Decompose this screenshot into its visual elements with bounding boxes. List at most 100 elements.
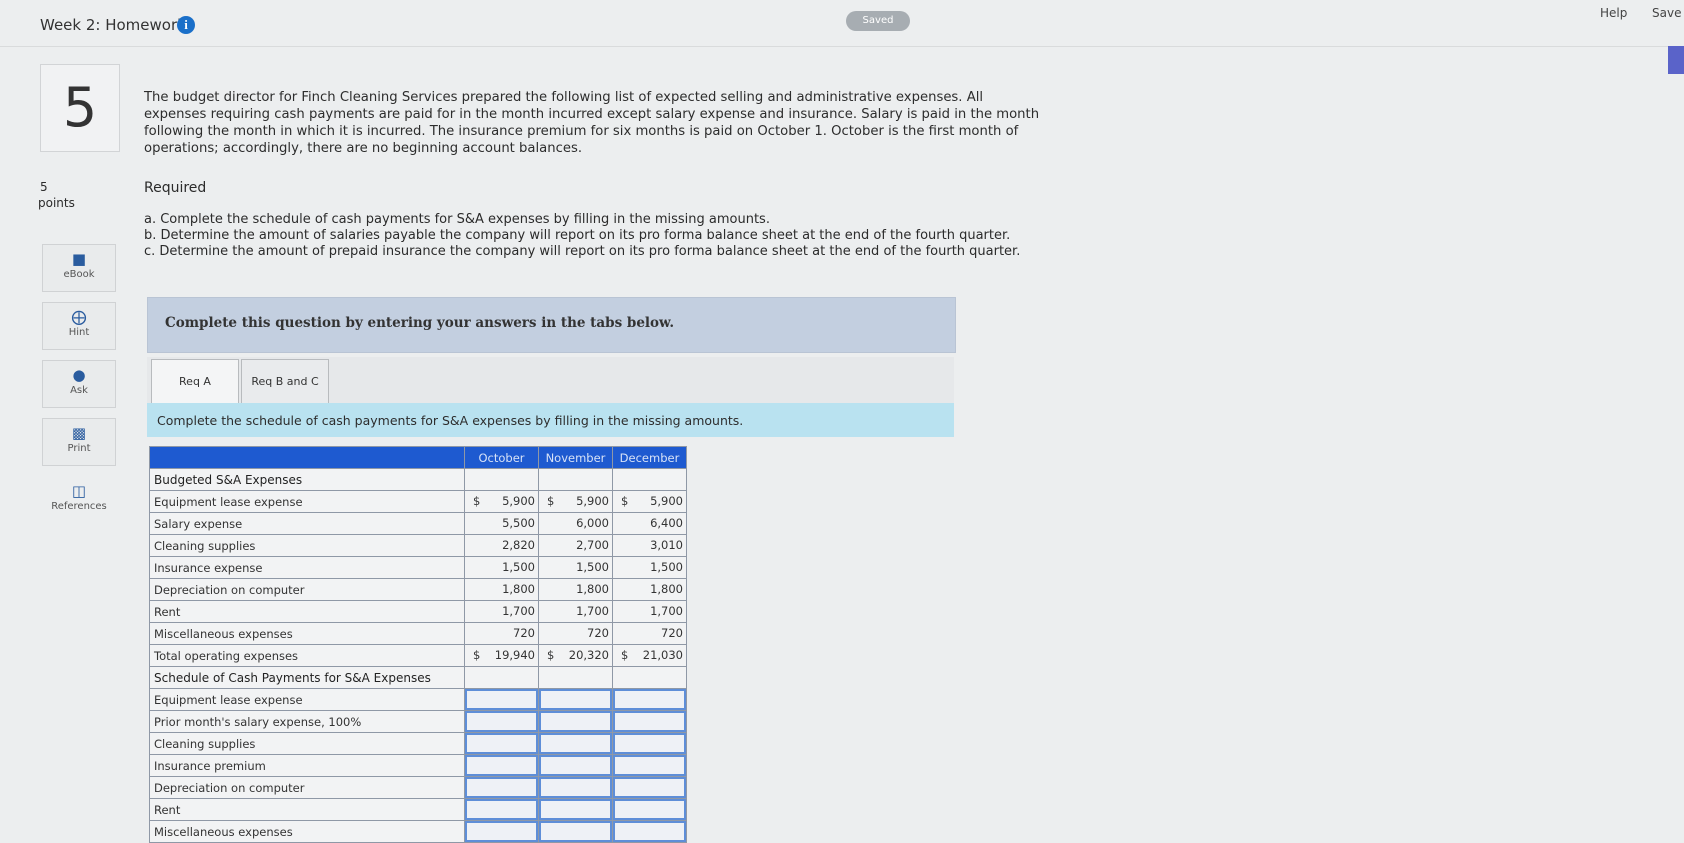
input-cell bbox=[612, 798, 687, 821]
table-header-row: October November December bbox=[149, 446, 687, 469]
table-row: Cleaning supplies bbox=[149, 732, 687, 755]
value-cell: 6,400 bbox=[612, 512, 687, 535]
schedule-table: October November December Budgeted S&A E… bbox=[149, 446, 687, 843]
speech-bubble-icon: ● bbox=[72, 366, 86, 384]
cell-value: 19,940 bbox=[494, 648, 535, 662]
sidebar-item-hint[interactable]: ⨁ Hint bbox=[42, 302, 116, 350]
input-cell bbox=[538, 710, 613, 733]
section-row-cash-payments: Schedule of Cash Payments for S&A Expens… bbox=[149, 666, 687, 689]
row-label: Equipment lease expense bbox=[149, 688, 465, 711]
cell-value: 1,800 bbox=[502, 582, 535, 596]
input-cell bbox=[464, 732, 539, 755]
instructions-banner: Complete this question by entering your … bbox=[147, 297, 956, 353]
input-cell bbox=[612, 688, 687, 711]
value-cell: 6,000 bbox=[538, 512, 613, 535]
requirement-c: c. Determine the amount of prepaid insur… bbox=[144, 244, 1021, 259]
value-cell: 720 bbox=[464, 622, 539, 645]
answer-input[interactable] bbox=[613, 777, 686, 798]
input-cell bbox=[464, 798, 539, 821]
table-row: Equipment lease expense bbox=[149, 688, 687, 711]
currency-symbol: $ bbox=[621, 494, 629, 508]
answer-input[interactable] bbox=[465, 689, 538, 710]
value-cell: 720 bbox=[612, 622, 687, 645]
table-row: Salary expense 5,500 6,000 6,400 bbox=[149, 512, 687, 535]
sidebar-item-ebook[interactable]: ■ eBook bbox=[42, 244, 116, 292]
cell-value: 5,500 bbox=[502, 516, 535, 530]
value-cell: 2,820 bbox=[464, 534, 539, 557]
row-label: Salary expense bbox=[149, 512, 465, 535]
answer-input[interactable] bbox=[539, 821, 612, 842]
cell-value: 6,400 bbox=[650, 516, 683, 530]
answer-input[interactable] bbox=[613, 799, 686, 820]
answer-input[interactable] bbox=[465, 777, 538, 798]
input-cell bbox=[464, 688, 539, 711]
answer-input[interactable] bbox=[465, 821, 538, 842]
answer-input[interactable] bbox=[465, 799, 538, 820]
empty-cell bbox=[464, 468, 539, 491]
task-banner: Complete the schedule of cash payments f… bbox=[147, 403, 954, 437]
table-row: Miscellaneous expenses bbox=[149, 820, 687, 843]
row-label: Depreciation on computer bbox=[149, 578, 465, 601]
cell-value: 720 bbox=[587, 626, 609, 640]
lifebuoy-icon: ⨁ bbox=[71, 308, 87, 326]
section-label: Budgeted S&A Expenses bbox=[149, 468, 465, 491]
row-label: Insurance premium bbox=[149, 754, 465, 777]
cell-value: 1,500 bbox=[502, 560, 535, 574]
value-cell: 1,700 bbox=[612, 600, 687, 623]
tab-req-a[interactable]: Req A bbox=[151, 359, 239, 405]
input-cell bbox=[612, 776, 687, 799]
value-cell: $5,900 bbox=[464, 490, 539, 513]
value-cell: 1,700 bbox=[538, 600, 613, 623]
required-heading: Required bbox=[144, 180, 207, 196]
side-panel-toggle[interactable] bbox=[1668, 46, 1684, 74]
input-cell bbox=[464, 820, 539, 843]
value-cell: $20,320 bbox=[538, 644, 613, 667]
answer-input[interactable] bbox=[613, 755, 686, 776]
value-cell: 1,700 bbox=[464, 600, 539, 623]
answer-input[interactable] bbox=[613, 711, 686, 732]
book-icon: ■ bbox=[71, 250, 87, 268]
answer-input[interactable] bbox=[539, 755, 612, 776]
info-icon[interactable]: i bbox=[177, 16, 195, 34]
row-label: Total operating expenses bbox=[149, 644, 465, 667]
cell-value: 2,820 bbox=[502, 538, 535, 552]
answer-input[interactable] bbox=[539, 689, 612, 710]
input-cell bbox=[538, 776, 613, 799]
answer-input[interactable] bbox=[539, 799, 612, 820]
answer-input[interactable] bbox=[613, 821, 686, 842]
sidebar-item-label: Print bbox=[67, 443, 91, 454]
sidebar-item-references[interactable]: ◫ References bbox=[42, 476, 116, 524]
answer-input[interactable] bbox=[539, 733, 612, 754]
answer-input[interactable] bbox=[465, 755, 538, 776]
help-link[interactable]: Help bbox=[1600, 6, 1627, 20]
empty-cell bbox=[538, 666, 613, 689]
sidebar-item-print[interactable]: ▩ Print bbox=[42, 418, 116, 466]
answer-input[interactable] bbox=[465, 733, 538, 754]
cell-value: 1,700 bbox=[576, 604, 609, 618]
empty-cell bbox=[612, 468, 687, 491]
cell-value: 21,030 bbox=[642, 648, 683, 662]
sidebar-item-label: References bbox=[51, 501, 107, 512]
answer-input[interactable] bbox=[539, 711, 612, 732]
input-cell bbox=[538, 732, 613, 755]
tab-req-b-and-c[interactable]: Req B and C bbox=[241, 359, 329, 404]
task-text: Complete the schedule of cash payments f… bbox=[157, 413, 744, 428]
input-cell bbox=[538, 798, 613, 821]
cell-value: 1,500 bbox=[576, 560, 609, 574]
answer-input[interactable] bbox=[613, 733, 686, 754]
answer-input[interactable] bbox=[539, 777, 612, 798]
cell-value: 1,500 bbox=[650, 560, 683, 574]
assignment-title: Week 2: Homework bbox=[40, 16, 186, 34]
row-label: Rent bbox=[149, 798, 465, 821]
answer-input[interactable] bbox=[613, 689, 686, 710]
answer-input[interactable] bbox=[465, 711, 538, 732]
save-link[interactable]: Save bbox=[1652, 6, 1681, 20]
value-cell: $5,900 bbox=[612, 490, 687, 513]
cell-value: 6,000 bbox=[576, 516, 609, 530]
input-cell bbox=[464, 776, 539, 799]
currency-symbol: $ bbox=[621, 648, 629, 662]
row-label: Miscellaneous expenses bbox=[149, 622, 465, 645]
points-value: 5 bbox=[40, 180, 48, 194]
cell-value: 720 bbox=[661, 626, 683, 640]
sidebar-item-ask[interactable]: ● Ask bbox=[42, 360, 116, 408]
